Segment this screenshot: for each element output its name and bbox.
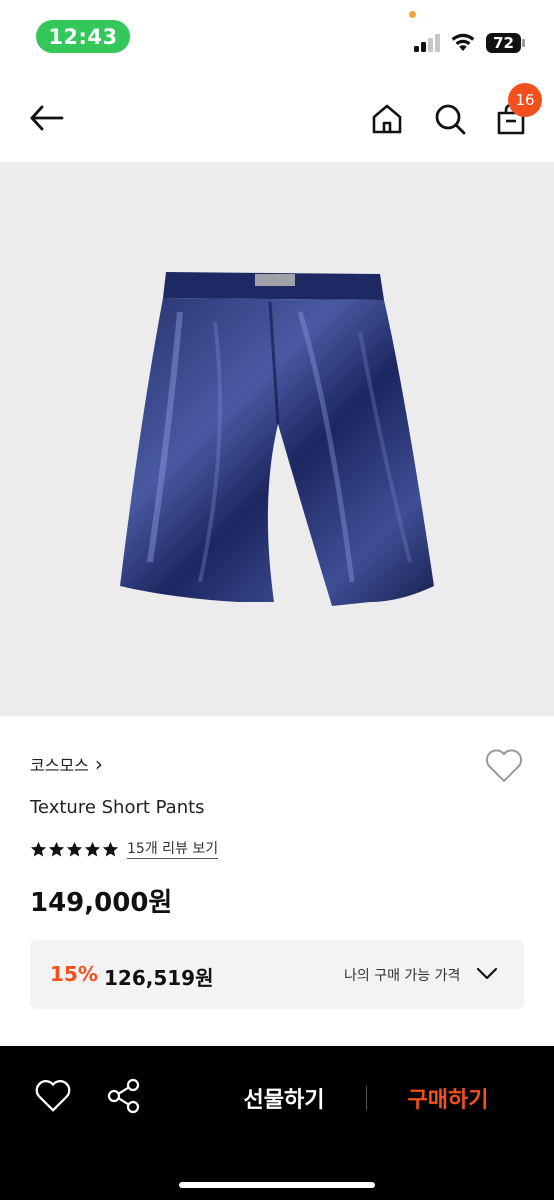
bottom-wishlist-button[interactable] <box>34 1078 72 1114</box>
discount-rate: 15% <box>50 962 98 986</box>
arrow-left-icon <box>30 105 64 131</box>
rating-row: 15개 리뷰 보기 <box>30 838 219 860</box>
rating-stars <box>30 841 119 858</box>
status-bar: 12:43 72 <box>0 0 554 70</box>
product-price: 149,000원 <box>30 888 173 918</box>
star-icon <box>66 841 83 856</box>
home-button[interactable] <box>366 98 408 140</box>
gift-button[interactable]: 선물하기 <box>232 1082 336 1114</box>
home-indicator[interactable] <box>179 1182 375 1188</box>
wishlist-button[interactable] <box>484 748 524 784</box>
battery-icon: 72 <box>486 33 526 53</box>
privacy-indicator-dot <box>409 11 416 18</box>
button-divider <box>366 1086 367 1110</box>
battery-level: 72 <box>486 33 521 53</box>
brand-name: 코스모스 <box>30 756 89 775</box>
heart-icon <box>485 749 523 783</box>
top-nav-bar <box>0 76 554 162</box>
star-icon <box>102 841 119 856</box>
search-icon <box>435 104 466 135</box>
status-time: 12:43 <box>36 20 130 53</box>
wifi-icon <box>451 33 475 51</box>
my-price-label: 나의 구매 가능 가격 <box>344 968 461 984</box>
chevron-right-icon: › <box>94 752 103 776</box>
discount-price: 126,519원 <box>104 966 214 990</box>
product-photo-shorts <box>120 272 434 606</box>
search-button[interactable] <box>429 98 471 140</box>
buy-button[interactable]: 구매하기 <box>396 1082 500 1114</box>
star-icon <box>30 841 47 856</box>
share-icon <box>107 1078 140 1114</box>
home-icon <box>372 104 402 134</box>
bottom-action-bar: 선물하기 구매하기 <box>0 1046 554 1200</box>
cart-count-badge: 16 <box>508 83 542 117</box>
share-button[interactable] <box>106 1078 142 1114</box>
product-name: Texture Short Pants <box>30 797 205 818</box>
my-price-dropdown[interactable]: 15% 126,519원 나의 구매 가능 가격 <box>30 940 524 1009</box>
star-icon <box>84 841 101 856</box>
star-icon <box>48 841 65 856</box>
product-image[interactable] <box>0 162 554 716</box>
heart-icon <box>35 1080 71 1112</box>
cellular-signal-icon <box>414 34 442 52</box>
brand-link[interactable]: 코스모스 › <box>30 752 103 776</box>
back-button[interactable] <box>24 98 70 138</box>
review-link[interactable]: 15개 리뷰 보기 <box>127 840 219 859</box>
chevron-down-icon <box>476 967 498 980</box>
